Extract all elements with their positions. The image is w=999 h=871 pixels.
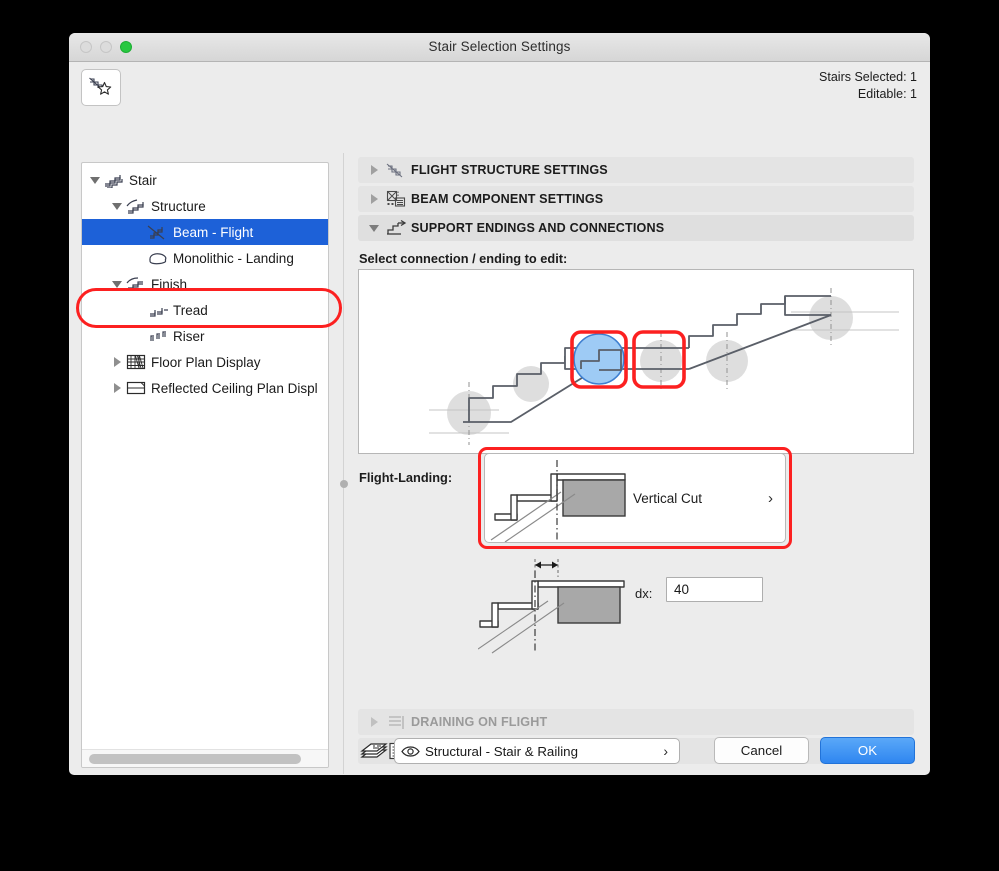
- settings-tree: Stair Structure Beam - Flight Monolithic - …: [82, 163, 328, 401]
- dialog-footer: Structural - Stair & Railing › Cancel OK: [69, 730, 930, 775]
- tree-item-label: Monolithic - Landing: [173, 250, 294, 266]
- flight-landing-selector[interactable]: Vertical Cut ›: [484, 453, 786, 543]
- dialog-topbar: Stairs Selected: 1 Editable: 1: [69, 62, 930, 112]
- dialog-body: Stair Structure Beam - Flight Monolithic - …: [69, 112, 930, 775]
- riser-icon: [146, 329, 170, 344]
- selection-info: Stairs Selected: 1 Editable: 1: [819, 69, 917, 103]
- tree-item-stair[interactable]: Stair: [82, 167, 328, 193]
- ok-button[interactable]: OK: [820, 737, 915, 764]
- chevron-right-icon[interactable]: [365, 717, 383, 727]
- section-label: FLIGHT STRUCTURE SETTINGS: [411, 163, 608, 177]
- tree-item-label: Riser: [173, 328, 205, 344]
- stairs-selected-text: Stairs Selected: 1: [819, 70, 917, 84]
- dx-dimension-diagram: [478, 559, 625, 654]
- splitter-line: [343, 153, 344, 774]
- stair-star-favorites-icon: [89, 77, 112, 95]
- finish-icon: [124, 276, 148, 292]
- structure-icon: [124, 198, 148, 214]
- stair-icon: [102, 172, 126, 188]
- stair-connection-diagram: [429, 288, 899, 445]
- section-label: DRAINING ON FLIGHT: [411, 715, 548, 729]
- tread-icon: [146, 303, 170, 318]
- select-connection-label: Select connection / ending to edit:: [359, 251, 568, 266]
- support-endings-icon: [383, 219, 409, 237]
- tree-item-beam-flight[interactable]: Beam - Flight: [82, 219, 328, 245]
- splitter-handle[interactable]: [340, 480, 348, 488]
- monolithic-landing-icon: [146, 251, 170, 265]
- section-flight-structure-settings[interactable]: FLIGHT STRUCTURE SETTINGS: [358, 157, 914, 183]
- layer-value: Structural - Stair & Railing: [425, 743, 578, 759]
- layer-stack-icon[interactable]: [359, 742, 389, 764]
- stair-selection-settings-window: Stair Selection Settings Stairs Selected…: [69, 33, 930, 775]
- reflected-ceiling-plan-icon: [124, 381, 148, 395]
- tree-item-reflected-ceiling-plan-displ[interactable]: Reflected Ceiling Plan Displ: [82, 375, 328, 401]
- chevron-right-icon[interactable]: [365, 194, 383, 204]
- dx-input[interactable]: 40: [666, 577, 763, 602]
- chevron-right-icon[interactable]: [110, 357, 124, 367]
- cancel-button[interactable]: Cancel: [714, 737, 809, 764]
- flight-landing-label: Flight-Landing:: [359, 470, 453, 485]
- draining-icon: [383, 714, 409, 731]
- section-beam-component-settings[interactable]: BEAM COMPONENT SETTINGS: [358, 186, 914, 212]
- tree-item-label: Stair: [129, 172, 157, 188]
- chevron-right-icon[interactable]: [110, 383, 124, 393]
- tree-item-riser[interactable]: Riser: [82, 323, 328, 349]
- settings-tree-panel: Stair Structure Beam - Flight Monolithic - …: [81, 162, 329, 768]
- tree-item-tread[interactable]: Tread: [82, 297, 328, 323]
- chevron-down-icon[interactable]: [110, 280, 124, 289]
- favorites-button[interactable]: [81, 69, 121, 106]
- eye-icon: [395, 745, 425, 758]
- tree-item-label: Finish: [151, 276, 188, 292]
- chevron-right-icon[interactable]: ›: [663, 743, 668, 759]
- tree-item-floor-plan-display[interactable]: Floor Plan Display: [82, 349, 328, 375]
- connection-preview[interactable]: [358, 269, 914, 454]
- floor-plan-display-icon: [124, 354, 148, 370]
- tree-item-label: Floor Plan Display: [151, 354, 261, 370]
- tree-item-finish[interactable]: Finish: [82, 271, 328, 297]
- tree-item-structure[interactable]: Structure: [82, 193, 328, 219]
- window-title: Stair Selection Settings: [428, 39, 571, 54]
- editable-text: Editable: 1: [857, 87, 917, 101]
- section-label: BEAM COMPONENT SETTINGS: [411, 192, 604, 206]
- flight-structure-icon: [383, 162, 409, 179]
- chevron-down-icon[interactable]: [88, 176, 102, 185]
- tree-item-label: Tread: [173, 302, 208, 318]
- layer-selector[interactable]: Structural - Stair & Railing ›: [394, 738, 680, 764]
- tree-item-label: Structure: [151, 198, 206, 214]
- tree-item-label: Beam - Flight: [173, 224, 254, 240]
- panel-splitter[interactable]: [338, 153, 350, 774]
- beam-flight-icon: [146, 224, 170, 240]
- section-support-endings-and-connections[interactable]: SUPPORT ENDINGS AND CONNECTIONS: [358, 215, 914, 241]
- node-lower-mid: [513, 366, 549, 402]
- beam-component-icon: [383, 190, 409, 208]
- tree-item-monolithic-landing[interactable]: Monolithic - Landing: [82, 245, 328, 271]
- cut-solid: [562, 479, 626, 517]
- chevron-right-icon[interactable]: [365, 165, 383, 175]
- section-label: SUPPORT ENDINGS AND CONNECTIONS: [411, 221, 665, 235]
- flight-landing-value: Vertical Cut: [633, 490, 703, 506]
- window-titlebar: Stair Selection Settings: [69, 33, 930, 62]
- tree-item-label: Reflected Ceiling Plan Displ: [151, 380, 318, 396]
- chevron-right-icon[interactable]: ›: [768, 490, 773, 507]
- chevron-down-icon[interactable]: [110, 202, 124, 211]
- dx-label: dx:: [635, 586, 653, 601]
- settings-detail-panel: FLIGHT STRUCTURE SETTINGS BEAM COMPONENT…: [350, 112, 930, 775]
- vertical-cut-preview-icon: [490, 460, 626, 542]
- chevron-down-icon[interactable]: [365, 224, 383, 233]
